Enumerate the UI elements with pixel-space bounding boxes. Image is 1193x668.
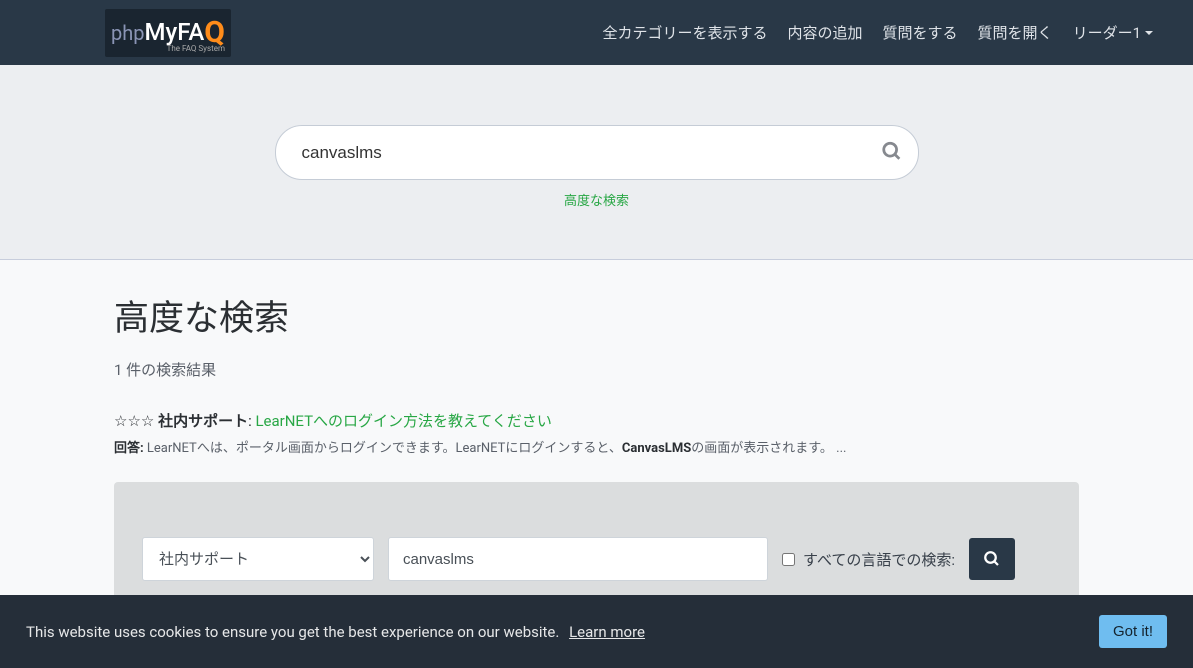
advanced-search-button[interactable] xyxy=(969,538,1015,580)
nav-user-menu[interactable]: リーダー1 xyxy=(1073,22,1153,43)
logo-fa: FA xyxy=(177,18,204,46)
result-answer: 回答: LearNETへは、ポータル画面からログインできます。LearNETにロ… xyxy=(114,437,1079,456)
answer-text-post: の画面が表示されます。 ... xyxy=(691,441,846,456)
nav-categories[interactable]: 全カテゴリーを表示する xyxy=(603,22,768,43)
navbar: phpMyFAQ The FAQ System 全カテゴリーを表示する 内容の追… xyxy=(0,0,1193,65)
cookie-banner: This website uses cookies to ensure you … xyxy=(0,595,1193,668)
answer-text-pre: LearNETへは、ポータル画面からログインできます。LearNETにログインす… xyxy=(144,441,622,456)
all-languages-wrap[interactable]: すべての言語での検索: xyxy=(782,549,955,570)
cookie-accept-button[interactable]: Got it! xyxy=(1099,615,1167,648)
logo[interactable]: phpMyFAQ The FAQ System xyxy=(105,9,231,57)
nav-links: 全カテゴリーを表示する 内容の追加 質問をする 質問を開く リーダー1 xyxy=(603,22,1154,43)
search-input[interactable] xyxy=(275,125,919,180)
answer-label: 回答: xyxy=(114,441,144,456)
logo-q: Q xyxy=(204,15,225,50)
nav-ask-question[interactable]: 質問をする xyxy=(883,22,958,43)
advanced-search-input[interactable] xyxy=(388,537,768,581)
cookie-text: This website uses cookies to ensure you … xyxy=(26,623,559,641)
chevron-down-icon xyxy=(1145,31,1153,35)
result-category: 社内サポート xyxy=(158,412,248,430)
search-result: ☆☆☆ 社内サポート: LearNETへのログイン方法を教えてください xyxy=(114,410,1079,431)
search-icon xyxy=(881,140,903,162)
rating-stars: ☆☆☆ xyxy=(114,412,154,430)
nav-open-questions[interactable]: 質問を開く xyxy=(978,22,1053,43)
result-link[interactable]: LearNETへのログイン方法を教えてください xyxy=(255,412,551,430)
search-icon xyxy=(983,550,1001,568)
search-button[interactable] xyxy=(881,140,903,165)
hero-search: 高度な検索 xyxy=(0,65,1193,260)
logo-php: php xyxy=(111,21,144,45)
result-count: 1 件の検索結果 xyxy=(114,359,1079,380)
page-title: 高度な検索 xyxy=(114,290,1079,341)
cookie-learn-more[interactable]: Learn more xyxy=(569,623,645,641)
all-languages-label: すべての言語での検索: xyxy=(803,549,955,570)
advanced-search-link[interactable]: 高度な検索 xyxy=(564,194,629,209)
answer-highlight: CanvasLMS xyxy=(622,441,691,456)
all-languages-checkbox[interactable] xyxy=(782,553,795,566)
main-content: 高度な検索 1 件の検索結果 ☆☆☆ 社内サポート: LearNETへのログイン… xyxy=(104,290,1089,636)
nav-user-label: リーダー1 xyxy=(1073,22,1141,43)
category-select[interactable]: 社内サポート xyxy=(142,537,374,581)
nav-add-content[interactable]: 内容の追加 xyxy=(788,22,863,43)
logo-my: My xyxy=(144,18,177,46)
